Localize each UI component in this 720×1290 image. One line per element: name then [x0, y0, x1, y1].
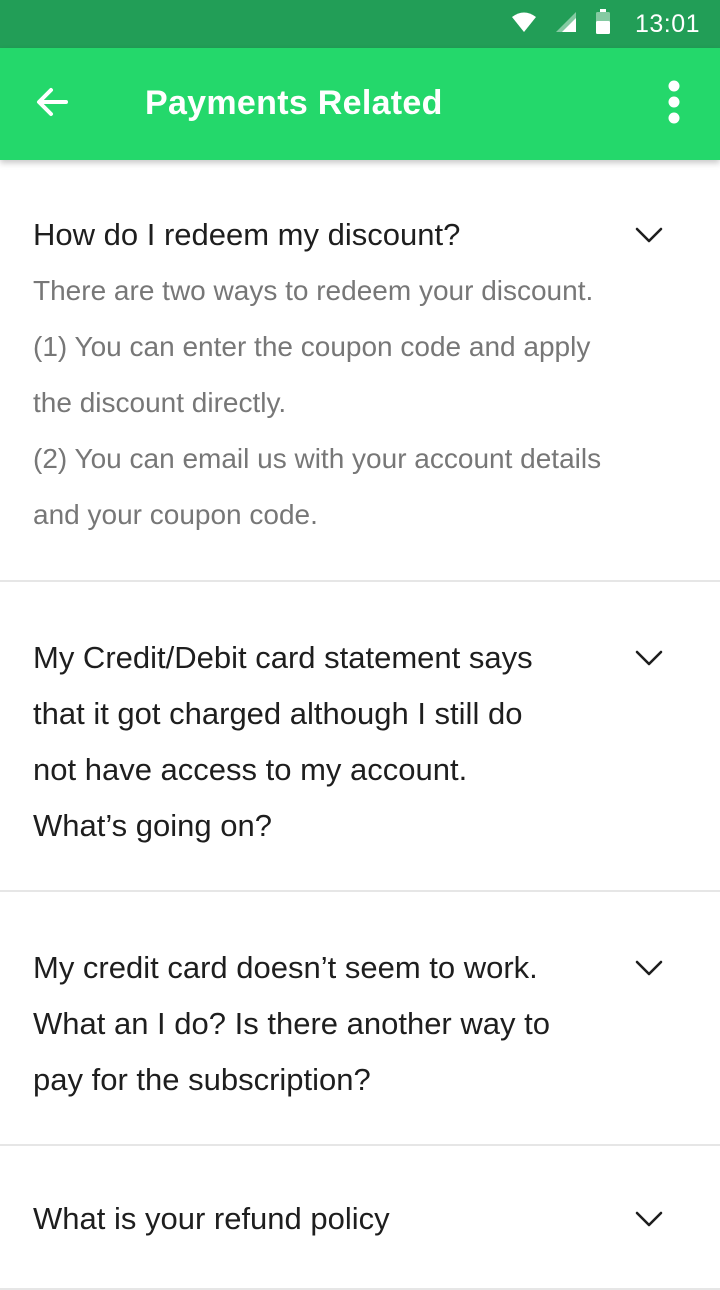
wifi-icon	[511, 11, 537, 38]
faq-answer-line: and your coupon code.	[33, 499, 318, 530]
status-icons: 13:01	[511, 8, 700, 40]
faq-question-line: My Credit/Debit card statement says	[33, 640, 533, 675]
faq-answer: There are two ways to redeem your discou…	[0, 263, 720, 543]
status-bar: 13:01	[0, 0, 720, 48]
app-bar: Payments Related	[0, 48, 720, 160]
faq-answer-line: the discount directly.	[33, 387, 287, 418]
faq-header[interactable]: My Credit/Debit card statement says that…	[0, 630, 720, 854]
chevron-down-icon[interactable]	[634, 220, 664, 250]
faq-question-line: pay for the subscription?	[33, 1062, 371, 1097]
battery-icon	[595, 8, 611, 40]
faq-question: My credit card doesn’t seem to work. Wha…	[33, 940, 610, 1108]
faq-item-redeem-discount[interactable]: How do I redeem my discount? There are t…	[0, 160, 720, 582]
chevron-down-icon[interactable]	[634, 953, 664, 983]
faq-question: How do I redeem my discount?	[33, 217, 461, 252]
faq-header[interactable]: What is your refund policy	[0, 1191, 720, 1247]
cell-signal-icon	[555, 11, 577, 38]
status-time: 13:01	[634, 9, 700, 38]
chevron-down-icon[interactable]	[634, 1204, 664, 1234]
faq-question: What is your refund policy	[33, 1201, 390, 1236]
arrow-left-icon	[34, 84, 70, 125]
chevron-down-icon[interactable]	[634, 643, 664, 673]
faq-answer-line: (1) You can enter the coupon code and ap…	[33, 331, 591, 362]
faq-list: How do I redeem my discount? There are t…	[0, 160, 720, 1290]
faq-header[interactable]: How do I redeem my discount?	[0, 207, 720, 263]
faq-question-line: not have access to my account.	[33, 752, 468, 787]
faq-item-refund-policy[interactable]: What is your refund policy	[0, 1146, 720, 1290]
faq-header[interactable]: My credit card doesn’t seem to work. Wha…	[0, 940, 720, 1108]
faq-question-line: My credit card doesn’t seem to work.	[33, 950, 538, 985]
faq-answer-line: (2) You can email us with your account d…	[33, 443, 602, 474]
faq-item-card-charged[interactable]: My Credit/Debit card statement says that…	[0, 582, 720, 892]
faq-question-line: What an I do? Is there another way to	[33, 1006, 550, 1041]
faq-question-line: What’s going on?	[33, 808, 272, 843]
back-button[interactable]	[24, 76, 80, 132]
faq-question: My Credit/Debit card statement says that…	[33, 630, 610, 854]
more-vertical-icon	[667, 80, 681, 129]
faq-question-line: that it got charged although I still do	[33, 696, 523, 731]
overflow-menu-button[interactable]	[650, 76, 698, 132]
faq-item-card-not-working[interactable]: My credit card doesn’t seem to work. Wha…	[0, 892, 720, 1146]
page-title: Payments Related	[145, 84, 443, 122]
faq-answer-line: There are two ways to redeem your discou…	[33, 275, 594, 306]
